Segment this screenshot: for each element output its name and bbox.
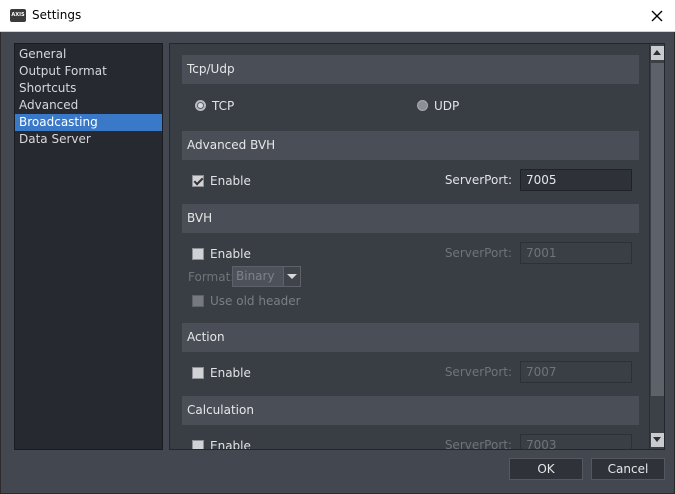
bvh-port-input[interactable]: 7001 [520, 242, 632, 264]
radio-tcp-indicator [195, 100, 206, 111]
ok-button[interactable]: OK [509, 458, 583, 480]
scroll-content: Tcp/Udp TCP UDP Advanced BVH Enable Serv… [170, 44, 648, 449]
radio-udp-label: UDP [434, 98, 460, 113]
section-header-advanced-bvh: Advanced BVH [182, 131, 639, 160]
checkbox-calculation-label: Enable [210, 438, 251, 450]
checkbox-advanced-bvh-label: Enable [210, 173, 251, 188]
settings-nav: General Output Format Shortcuts Advanced… [14, 43, 163, 450]
chevron-down-icon [283, 267, 300, 286]
bvh-format-label: Format: [188, 270, 235, 284]
app-icon: AXIS [10, 9, 26, 22]
advanced-bvh-port-input[interactable]: 7005 [520, 169, 632, 191]
close-button[interactable] [645, 4, 669, 28]
scroll-down-arrow-icon[interactable] [651, 433, 664, 447]
checkbox-advanced-bvh-enable[interactable]: Enable [192, 171, 251, 189]
checkbox-action-enable[interactable]: Enable [192, 363, 251, 381]
scroll-thumb[interactable] [651, 63, 664, 396]
close-icon [651, 10, 663, 22]
nav-item-general[interactable]: General [15, 46, 162, 63]
radio-udp[interactable]: UDP [417, 96, 459, 114]
section-header-tcp-udp: Tcp/Udp [182, 55, 639, 84]
checkbox-action-box [192, 366, 204, 379]
checkbox-use-old-header[interactable]: Use old header [192, 291, 301, 309]
checkbox-calculation-enable[interactable]: Enable [192, 436, 251, 449]
vertical-scrollbar[interactable] [649, 44, 664, 449]
scroll-up-arrow-icon[interactable] [651, 46, 664, 60]
nav-item-advanced[interactable]: Advanced [15, 97, 162, 114]
section-header-bvh: BVH [182, 204, 639, 233]
radio-tcp-label: TCP [212, 98, 235, 113]
checkbox-bvh-enable[interactable]: Enable [192, 244, 251, 262]
checkbox-use-old-header-box [192, 294, 204, 307]
window-title: Settings [32, 8, 82, 22]
action-port-input[interactable]: 7007 [520, 361, 632, 383]
nav-item-data-server[interactable]: Data Server [15, 131, 162, 148]
checkbox-calculation-box [192, 439, 204, 449]
nav-item-output-format[interactable]: Output Format [15, 63, 162, 80]
checkbox-use-old-header-label: Use old header [210, 293, 301, 308]
section-header-calculation: Calculation [182, 396, 639, 425]
radio-tcp[interactable]: TCP [195, 96, 234, 114]
checkbox-bvh-box [192, 247, 204, 260]
nav-item-shortcuts[interactable]: Shortcuts [15, 80, 162, 97]
advanced-bvh-port-label: ServerPort: [444, 173, 512, 187]
bvh-format-select[interactable]: Binary [232, 266, 301, 287]
bvh-port-label: ServerPort: [444, 246, 512, 260]
title-bar: AXIS Settings [0, 0, 675, 32]
section-header-action: Action [182, 323, 639, 352]
cancel-button[interactable]: Cancel [591, 458, 665, 480]
calculation-port-label: ServerPort: [444, 438, 512, 449]
dialog-body: General Output Format Shortcuts Advanced… [1, 32, 674, 493]
checkbox-action-label: Enable [210, 365, 251, 380]
action-port-label: ServerPort: [444, 365, 512, 379]
checkbox-bvh-label: Enable [210, 246, 251, 261]
calculation-port-input[interactable]: 7003 [520, 434, 632, 449]
nav-item-broadcasting[interactable]: Broadcasting [15, 114, 162, 131]
settings-panel: Tcp/Udp TCP UDP Advanced BVH Enable Serv… [169, 43, 665, 450]
bvh-format-value: Binary [236, 269, 275, 283]
radio-udp-indicator [417, 100, 428, 111]
checkbox-advanced-bvh-box [192, 174, 204, 187]
